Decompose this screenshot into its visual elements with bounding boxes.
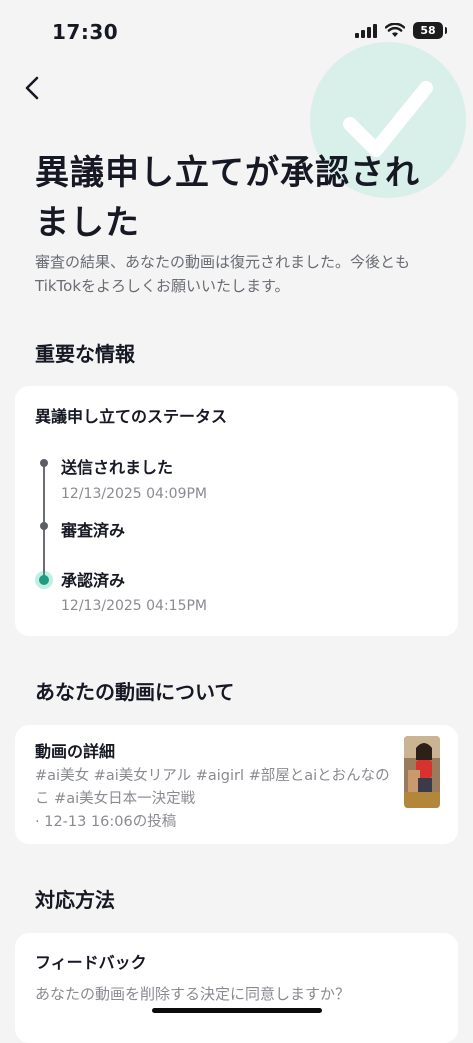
timeline-dot-active: [35, 571, 53, 589]
back-button[interactable]: [14, 70, 50, 106]
video-thumbnail[interactable]: [404, 736, 440, 808]
video-hashtags: #ai美女 #ai美女リアル #aigirl #部屋とaiとおんなのこ #ai美…: [35, 768, 390, 807]
page-subtitle: 審査の結果、あなたの動画は復元されました。今後ともTikTokをよろしくお願いい…: [35, 253, 411, 295]
section-title-video: あなたの動画について: [35, 680, 235, 704]
section-title-response: 対応方法: [35, 888, 115, 912]
timeline-dot: [40, 459, 48, 467]
status-card: 異議申し立てのステータス 送信されました 12/13/2025 04:09PM …: [15, 386, 458, 636]
timeline-dot: [40, 522, 48, 530]
battery-level: 58: [420, 24, 436, 37]
timeline-line: [43, 462, 45, 578]
step-time-approved: 12/13/2025 04:15PM: [61, 598, 208, 614]
video-posted-date: · 12-13 16:06の投稿: [35, 814, 177, 830]
page-title: 異議申し立てが承認されました: [35, 153, 420, 243]
feedback-card-title: フィードバック: [35, 953, 147, 972]
status-card-title: 異議申し立てのステータス: [35, 407, 228, 426]
wifi-icon: [385, 23, 405, 37]
section-title-important: 重要な情報: [35, 342, 135, 366]
step-time-submitted: 12/13/2025 04:09PM: [61, 486, 208, 502]
video-card-title: 動画の詳細: [35, 742, 116, 761]
chevron-left-icon: [25, 76, 39, 100]
step-label-approved: 承認済み: [61, 571, 126, 590]
step-label-submitted: 送信されました: [61, 458, 174, 477]
status-time: 17:30: [52, 20, 119, 44]
status-icons: 58: [355, 22, 447, 39]
home-indicator[interactable]: [152, 1008, 322, 1013]
video-card[interactable]: 動画の詳細 #ai美女 #ai美女リアル #aigirl #部屋とaiとおんなの…: [15, 725, 458, 844]
feedback-card: フィードバック あなたの動画を削除する決定に同意しますか？: [15, 933, 458, 1043]
battery-icon: 58: [413, 22, 447, 39]
step-label-reviewed: 審査済み: [61, 521, 126, 540]
signal-icon: [355, 23, 377, 38]
feedback-question: あなたの動画を削除する決定に同意しますか？: [35, 985, 351, 1003]
video-description: #ai美女 #ai美女リアル #aigirl #部屋とaiとおんなのこ #ai美…: [35, 765, 393, 834]
